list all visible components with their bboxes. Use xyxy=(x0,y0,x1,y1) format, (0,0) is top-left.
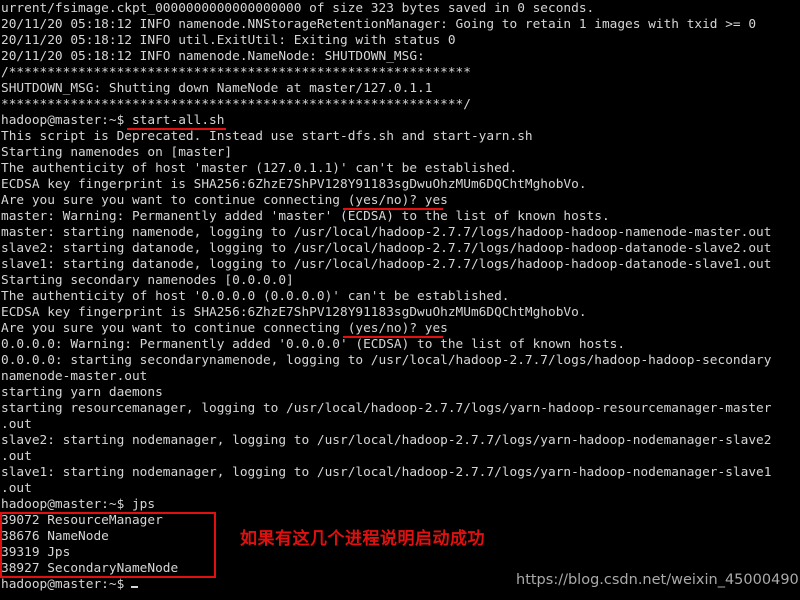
terminal-line: .out xyxy=(1,481,32,496)
terminal-line: 20/11/20 05:18:12 INFO namenode.NameNode… xyxy=(1,49,425,64)
terminal-line: This script is Deprecated. Instead use s… xyxy=(1,129,533,144)
terminal-output: urrent/fsimage.ckpt_0000000000000000000 … xyxy=(0,0,800,593)
terminal-line: SHUTDOWN_MSG: Shutting down NameNode at … xyxy=(1,81,433,96)
annotation-note-text: 如果有这几个进程说明启动成功 xyxy=(240,529,485,549)
annotation-underline-yesno-master xyxy=(343,208,443,210)
terminal-line: The authenticity of host '0.0.0.0 (0.0.0… xyxy=(1,289,510,304)
terminal-line: namenode-master.out xyxy=(1,369,148,384)
terminal-line: master: Warning: Permanently added 'mast… xyxy=(1,209,610,224)
terminal-line: 0.0.0.0: Warning: Permanently added '0.0… xyxy=(1,337,626,352)
shell-prompt: hadoop@master:~$ xyxy=(1,577,125,592)
terminal-line: hadoop@master:~$ start-all.sh xyxy=(1,113,225,128)
terminal-line: The authenticity of host 'master (127.0.… xyxy=(1,161,518,176)
terminal-line: 0.0.0.0: starting secondarynamenode, log… xyxy=(1,353,772,368)
annotation-underline-yesno-secondary xyxy=(343,336,443,338)
terminal-line: starting resourcemanager, logging to /us… xyxy=(1,401,772,416)
terminal-line: ****************************************… xyxy=(1,97,471,112)
terminal-line: master: starting namenode, logging to /u… xyxy=(1,225,772,240)
terminal-line: .out xyxy=(1,449,32,464)
terminal-line: slave2: starting nodemanager, logging to… xyxy=(1,433,772,448)
terminal-line: starting yarn daemons xyxy=(1,385,163,400)
annotation-box-jps-processes xyxy=(0,512,216,578)
terminal-window[interactable]: urrent/fsimage.ckpt_0000000000000000000 … xyxy=(0,0,800,600)
text-cursor xyxy=(131,586,139,588)
terminal-line: Starting secondary namenodes [0.0.0.0] xyxy=(1,273,294,288)
terminal-line: hadoop@master:~$ jps xyxy=(1,497,156,512)
terminal-line: Starting namenodes on [master] xyxy=(1,145,233,160)
terminal-line: Are you sure you want to continue connec… xyxy=(1,321,448,336)
terminal-line: ECDSA key fingerprint is SHA256:6ZhzE7Sh… xyxy=(1,177,587,192)
terminal-line: slave1: starting nodemanager, logging to… xyxy=(1,465,772,480)
terminal-line: ECDSA key fingerprint is SHA256:6ZhzE7Sh… xyxy=(1,305,587,320)
terminal-line: slave1: starting datanode, logging to /u… xyxy=(1,257,772,272)
watermark-url: https://blog.csdn.net/weixin_45000490 xyxy=(516,572,799,588)
terminal-line: slave2: starting datanode, logging to /u… xyxy=(1,241,772,256)
terminal-line: 20/11/20 05:18:12 INFO util.ExitUtil: Ex… xyxy=(1,33,456,48)
annotation-underline-start-all xyxy=(127,128,226,130)
terminal-line: .out xyxy=(1,417,32,432)
terminal-line: urrent/fsimage.ckpt_0000000000000000000 … xyxy=(1,1,595,16)
terminal-line: 20/11/20 05:18:12 INFO namenode.NNStorag… xyxy=(1,17,757,32)
terminal-line: Are you sure you want to continue connec… xyxy=(1,193,448,208)
terminal-line: /***************************************… xyxy=(1,65,471,80)
